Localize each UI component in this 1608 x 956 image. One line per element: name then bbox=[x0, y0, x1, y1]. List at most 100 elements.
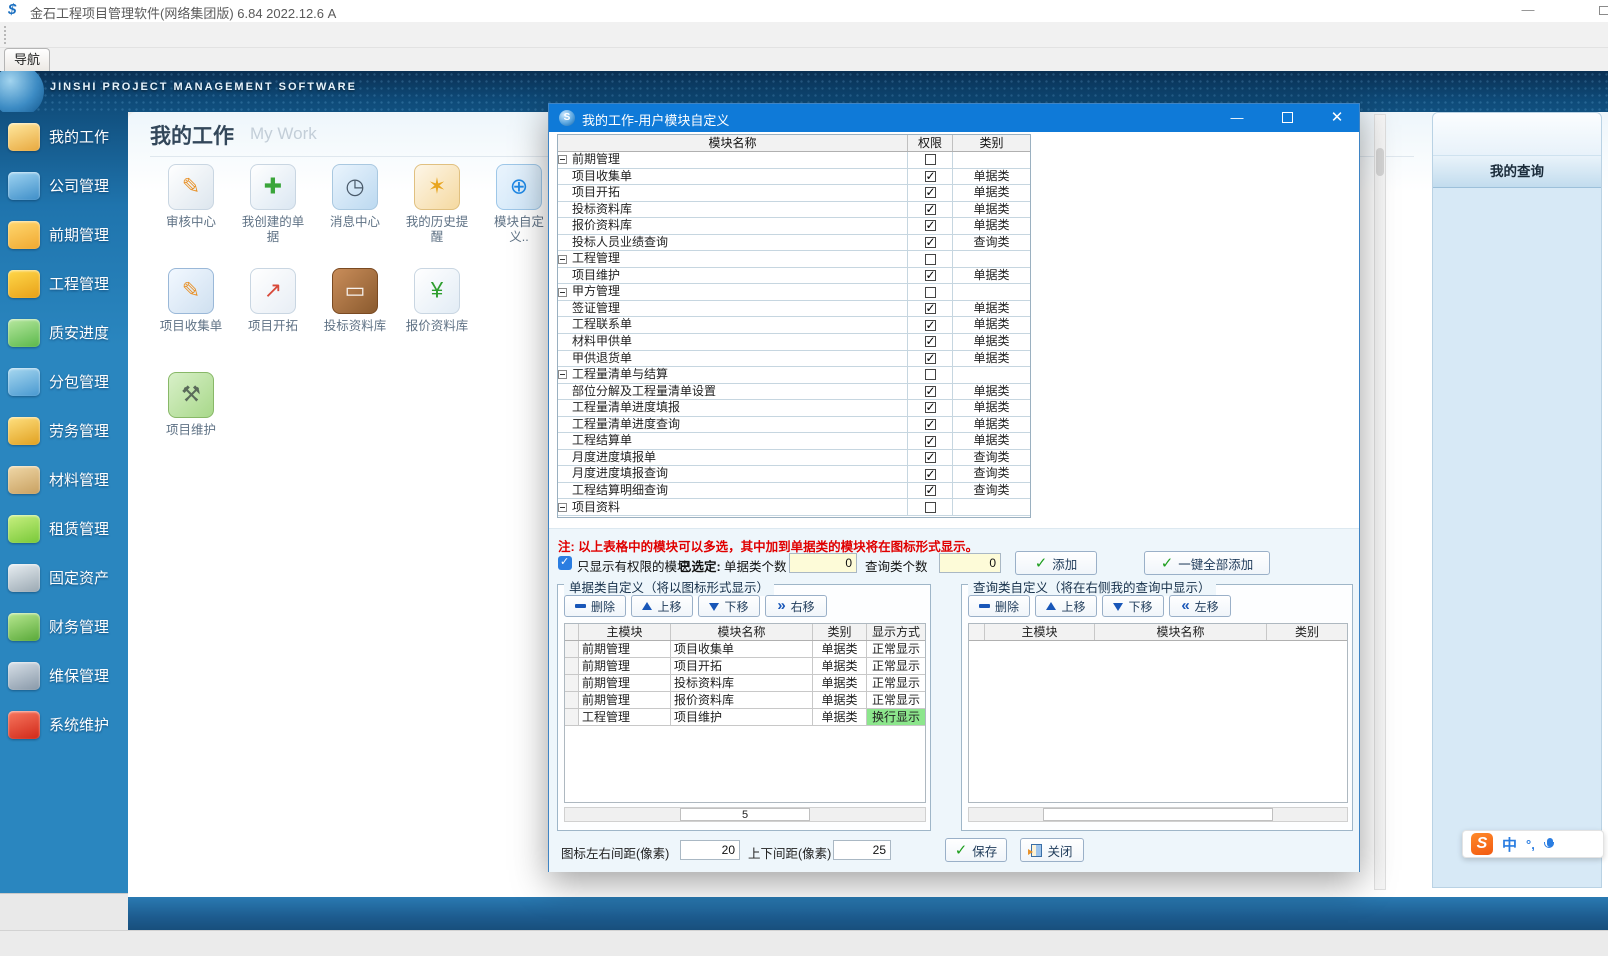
toolbar-button[interactable]: 左移 bbox=[1169, 595, 1231, 617]
permission-checkbox[interactable] bbox=[925, 187, 936, 198]
workspace-shortcut[interactable]: ✚ 我创建的单据 bbox=[232, 164, 314, 245]
dialog-titlebar[interactable]: S 我的工作-用户模块自定义 — ✕ bbox=[549, 104, 1359, 132]
permission-checkbox[interactable] bbox=[925, 419, 936, 430]
tree-row[interactable]: 工程量清单与结算 bbox=[558, 367, 1030, 384]
sidebar-item[interactable]: 固定资产 bbox=[0, 553, 128, 602]
toolbar-button[interactable]: 删除 bbox=[968, 595, 1030, 617]
sidebar-item[interactable]: 前期管理 bbox=[0, 210, 128, 259]
query-count-field[interactable] bbox=[939, 553, 1001, 573]
doc-table-row[interactable]: 工程管理 项目维护 单据类 换行显示 bbox=[565, 709, 925, 726]
workspace-shortcut[interactable]: ↗ 项目开拓 bbox=[232, 268, 314, 334]
spacing-h-field[interactable] bbox=[680, 840, 740, 860]
window-maximize-button[interactable] bbox=[1584, 0, 1608, 22]
doc-table-row[interactable]: 前期管理 报价资料库 单据类 正常显示 bbox=[565, 692, 925, 709]
tree-row[interactable]: 前期管理 bbox=[558, 152, 1030, 169]
ime-toolbar[interactable]: S 中 °, bbox=[1462, 830, 1604, 858]
expander-icon[interactable] bbox=[558, 370, 567, 379]
tree-row[interactable]: 工程管理 bbox=[558, 251, 1030, 268]
tree-row[interactable]: 工程结算单 单据类 bbox=[558, 433, 1030, 450]
permission-checkbox[interactable] bbox=[925, 452, 936, 463]
tree-row[interactable]: 甲供退货单 单据类 bbox=[558, 351, 1030, 368]
sogou-logo-icon[interactable]: S bbox=[1471, 833, 1493, 855]
workspace-shortcut[interactable]: ¥ 报价资料库 bbox=[396, 268, 478, 334]
row-selector[interactable] bbox=[565, 709, 579, 725]
tree-row[interactable]: 投标资料库 单据类 bbox=[558, 202, 1030, 219]
save-button[interactable]: ✓保存 bbox=[945, 838, 1007, 862]
add-button[interactable]: ✓添加 bbox=[1015, 551, 1097, 575]
doc-table-row[interactable]: 前期管理 项目收集单 单据类 正常显示 bbox=[565, 641, 925, 658]
sidebar-item[interactable]: 工程管理 bbox=[0, 259, 128, 308]
expander-icon[interactable] bbox=[558, 155, 567, 164]
permission-checkbox[interactable] bbox=[925, 336, 936, 347]
row-selector[interactable] bbox=[565, 675, 579, 691]
sidebar-item[interactable]: 公司管理 bbox=[0, 161, 128, 210]
tree-row[interactable]: 项目维护 单据类 bbox=[558, 268, 1030, 285]
query-table-scrollbar[interactable] bbox=[968, 807, 1348, 822]
permission-checkbox[interactable] bbox=[925, 171, 936, 182]
tree-row[interactable]: 工程量清单进度填报 单据类 bbox=[558, 400, 1030, 417]
permission-checkbox[interactable] bbox=[925, 303, 936, 314]
toolbar-button[interactable]: 删除 bbox=[564, 595, 626, 617]
doc-table-scrollbar[interactable]: 5 bbox=[564, 807, 926, 822]
toolbar-button[interactable]: 上移 bbox=[1035, 595, 1097, 617]
permission-checkbox[interactable] bbox=[925, 485, 936, 496]
sidebar-item[interactable]: 劳务管理 bbox=[0, 406, 128, 455]
expander-icon[interactable] bbox=[558, 503, 567, 512]
content-scrollbar[interactable] bbox=[1374, 114, 1386, 890]
microphone-icon[interactable] bbox=[1546, 838, 1554, 850]
tree-row[interactable]: 工程结算明细查询 查询类 bbox=[558, 483, 1030, 500]
tree-row[interactable]: 项目资料 bbox=[558, 499, 1030, 516]
permission-checkbox[interactable] bbox=[925, 287, 936, 298]
tree-row[interactable]: 工程联系单 单据类 bbox=[558, 317, 1030, 334]
permission-checkbox[interactable] bbox=[925, 154, 936, 165]
add-all-button[interactable]: ✓一键全部添加 bbox=[1144, 551, 1270, 575]
sidebar-item[interactable]: 我的工作 bbox=[0, 112, 128, 161]
sidebar-item[interactable]: 分包管理 bbox=[0, 357, 128, 406]
doc-table-row[interactable]: 前期管理 投标资料库 单据类 正常显示 bbox=[565, 675, 925, 692]
dialog-close-button[interactable]: ✕ bbox=[1315, 104, 1359, 132]
workspace-shortcut[interactable]: ✎ 项目收集单 bbox=[150, 268, 232, 334]
tree-row[interactable]: 月度进度填报查询 查询类 bbox=[558, 466, 1030, 483]
row-selector[interactable] bbox=[565, 692, 579, 708]
permission-checkbox[interactable] bbox=[925, 220, 936, 231]
sidebar-item[interactable]: 租赁管理 bbox=[0, 504, 128, 553]
sidebar-item[interactable]: 材料管理 bbox=[0, 455, 128, 504]
sidebar-item[interactable]: 系统维护 bbox=[0, 700, 128, 749]
expander-icon[interactable] bbox=[558, 288, 567, 297]
expander-icon[interactable] bbox=[558, 255, 567, 264]
filter-checkbox[interactable] bbox=[558, 556, 572, 570]
sidebar-item[interactable]: 维保管理 bbox=[0, 651, 128, 700]
permission-checkbox[interactable] bbox=[925, 369, 936, 380]
permission-checkbox[interactable] bbox=[925, 237, 936, 248]
permission-checkbox[interactable] bbox=[925, 402, 936, 413]
window-minimize-button[interactable]: — bbox=[1508, 0, 1548, 22]
tree-row[interactable]: 项目收集单 单据类 bbox=[558, 169, 1030, 186]
tree-row[interactable]: 投标人员业绩查询 查询类 bbox=[558, 235, 1030, 252]
toolbar-button[interactable]: 下移 bbox=[698, 595, 760, 617]
toolbar-button[interactable]: 下移 bbox=[1102, 595, 1164, 617]
doc-count-field[interactable] bbox=[789, 553, 857, 573]
close-button[interactable]: 关闭 bbox=[1020, 838, 1084, 862]
permission-checkbox[interactable] bbox=[925, 254, 936, 265]
content-scrollbar-thumb[interactable] bbox=[1376, 148, 1384, 176]
workspace-shortcut[interactable]: ▭ 投标资料库 bbox=[314, 268, 396, 334]
tree-row[interactable]: 项目开拓 单据类 bbox=[558, 185, 1030, 202]
tree-row[interactable]: 甲方管理 bbox=[558, 284, 1030, 301]
permission-checkbox[interactable] bbox=[925, 270, 936, 281]
permission-checkbox[interactable] bbox=[925, 469, 936, 480]
workspace-shortcut[interactable]: ◷ 消息中心 bbox=[314, 164, 396, 245]
permission-checkbox[interactable] bbox=[925, 204, 936, 215]
tree-row[interactable]: 月度进度填报单 查询类 bbox=[558, 450, 1030, 467]
row-selector[interactable] bbox=[565, 658, 579, 674]
workspace-shortcut[interactable]: ✎ 审核中心 bbox=[150, 164, 232, 245]
sidebar-item[interactable]: 质安进度 bbox=[0, 308, 128, 357]
permission-checkbox[interactable] bbox=[925, 436, 936, 447]
tree-row[interactable]: 签证管理 单据类 bbox=[558, 301, 1030, 318]
ime-language-toggle[interactable]: 中 bbox=[1502, 834, 1517, 855]
dialog-minimize-button[interactable]: — bbox=[1215, 104, 1259, 132]
tree-row[interactable]: 工程量清单进度查询 单据类 bbox=[558, 417, 1030, 434]
permission-checkbox[interactable] bbox=[925, 320, 936, 331]
dialog-maximize-button[interactable] bbox=[1265, 104, 1309, 132]
tab-navigation[interactable]: 导航 bbox=[4, 48, 50, 71]
sidebar-item[interactable]: 财务管理 bbox=[0, 602, 128, 651]
